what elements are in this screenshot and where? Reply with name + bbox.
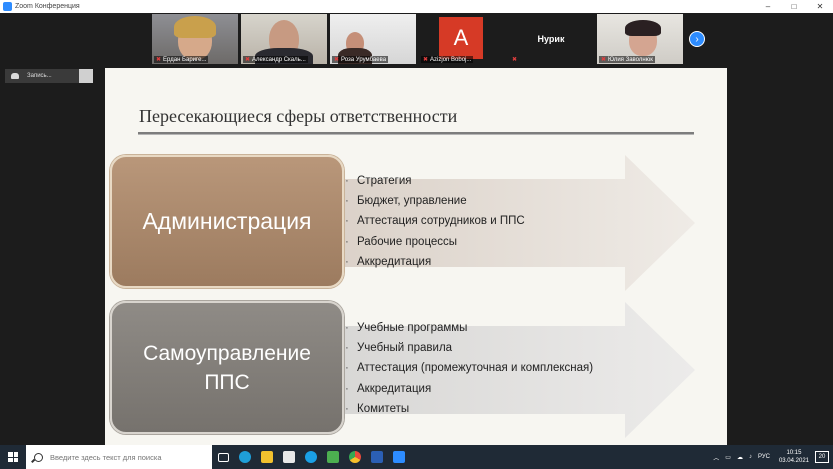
clock-time: 10:15 — [786, 450, 802, 456]
mic-muted-icon: ✖ — [512, 57, 518, 63]
cloud-recording-icon — [11, 73, 19, 79]
window-title: Zoom Конференция — [15, 3, 80, 10]
participant-tile[interactable]: ✖ Юлия Заволнюк — [597, 14, 683, 64]
search-icon — [34, 452, 43, 462]
section-heading-line: ППС — [204, 370, 250, 394]
mic-muted-icon: ✖ — [245, 57, 251, 63]
participant-name: Александр Скаль... — [252, 56, 306, 63]
participant-hair — [625, 20, 661, 36]
list-item: Учебные программы — [345, 318, 593, 338]
mic-muted-icon: ✖ — [423, 57, 429, 63]
bullet-list-faculty: Учебные программы Учебный правила Аттест… — [345, 318, 593, 419]
cloud-icon[interactable]: ☁ — [737, 454, 743, 461]
edge-icon[interactable] — [234, 445, 256, 469]
list-item: Рабочие процессы — [345, 232, 525, 252]
windows-taskbar: ︿ ▭ ☁ ♪ РУС 10:15 03.04.2021 20 — [0, 445, 833, 469]
window-controls: – □ ✕ — [755, 0, 833, 13]
participant-name: Роза Урумбаева — [341, 56, 387, 63]
zoom-app-icon — [3, 2, 12, 11]
clock-date: 03.04.2021 — [778, 458, 809, 464]
start-button[interactable] — [0, 445, 26, 469]
recording-indicator[interactable]: Запись... — [5, 69, 93, 83]
next-page-icon[interactable]: › — [689, 31, 705, 47]
list-item: Комитеты — [345, 399, 593, 419]
list-item: Аттестация сотрудников и ППС — [345, 211, 525, 231]
task-view-icon[interactable] — [212, 445, 234, 469]
recording-control[interactable] — [79, 69, 93, 83]
participant-label: ✖ Azizjon Boboj... — [421, 56, 474, 63]
participant-tile[interactable]: ✖ Роза Урумбаева — [330, 14, 416, 64]
clock[interactable]: 10:15 03.04.2021 — [779, 449, 809, 465]
maximize-button[interactable]: □ — [781, 0, 807, 13]
mic-muted-icon: ✖ — [156, 57, 162, 63]
list-item: Аккредитация — [345, 379, 593, 399]
bullet-list-administration: Стратегия Бюджет, управление Аттестация … — [345, 171, 525, 272]
participant-tile[interactable]: ✖ Александр Скаль... — [241, 14, 327, 64]
participant-tile[interactable]: A ✖ Azizjon Boboj... — [419, 14, 505, 64]
participant-name: Юлия Заволнюк — [608, 56, 653, 63]
participant-label: ✖ Александр Скаль... — [243, 56, 308, 63]
participant-hair — [174, 16, 216, 38]
network-icon[interactable]: ▭ — [725, 454, 731, 461]
participant-label: ✖ Роза Урумбаева — [332, 56, 389, 63]
participant-avatar: A — [439, 17, 483, 59]
volume-icon[interactable]: ♪ — [749, 454, 752, 460]
participant-label: ✖ — [510, 56, 521, 63]
participant-tile[interactable]: Нурик ✖ — [508, 14, 594, 64]
shared-slide: Пересекающиеся сферы ответственности Адм — [105, 68, 727, 449]
skype-icon[interactable] — [300, 445, 322, 469]
close-button[interactable]: ✕ — [807, 0, 833, 13]
windows-logo-icon — [8, 452, 18, 462]
participant-name: Ердан Бариге... — [163, 56, 207, 63]
window-titlebar: Zoom Конференция – □ ✕ — [0, 0, 833, 13]
participant-tile[interactable]: ✖ Ердан Бариге... — [152, 14, 238, 64]
recording-label: Запись... — [27, 73, 52, 79]
file-explorer-icon[interactable] — [256, 445, 278, 469]
store-icon[interactable] — [278, 445, 300, 469]
list-item: Бюджет, управление — [345, 191, 525, 211]
slide-title: Пересекающиеся сферы ответственности — [139, 106, 458, 126]
chevron-up-icon[interactable]: ︿ — [713, 453, 719, 462]
word-icon[interactable] — [366, 445, 388, 469]
list-item: Учебный правила — [345, 338, 593, 358]
section-heading-line: Администрация — [142, 208, 312, 234]
list-item: Аттестация (промежуточная и комплексная) — [345, 358, 593, 378]
participant-name: Azizjon Boboj... — [430, 56, 472, 63]
participant-label: ✖ Юлия Заволнюк — [599, 56, 655, 63]
chrome-icon[interactable] — [344, 445, 366, 469]
search-input[interactable] — [50, 452, 210, 462]
participant-gallery: ✖ Ердан Бариге... ✖ Александр Скаль... ✖ Ро… — [0, 13, 833, 65]
section-heading-administration: Администрация — [110, 155, 344, 288]
section-heading-line: Самоуправление — [143, 341, 311, 365]
mic-muted-icon: ✖ — [334, 57, 340, 63]
section-heading-faculty-self-government: Самоуправление ППС — [110, 301, 344, 434]
zoom-icon[interactable] — [388, 445, 410, 469]
meeting-area: ✖ Ердан Бариге... ✖ Александр Скаль... ✖ Ро… — [0, 13, 833, 449]
participant-label: ✖ Ердан Бариге... — [154, 56, 209, 63]
language-indicator[interactable]: РУС — [758, 454, 770, 460]
minimize-button[interactable]: – — [755, 0, 781, 13]
system-tray: ︿ ▭ ☁ ♪ РУС 10:15 03.04.2021 20 — [710, 445, 833, 469]
app-icon[interactable] — [322, 445, 344, 469]
taskbar-search[interactable] — [26, 445, 212, 469]
mic-muted-icon: ✖ — [601, 57, 607, 63]
notifications-badge[interactable]: 20 — [815, 451, 829, 463]
list-item: Аккредитация — [345, 252, 525, 272]
title-divider — [138, 132, 694, 135]
list-item: Стратегия — [345, 171, 525, 191]
